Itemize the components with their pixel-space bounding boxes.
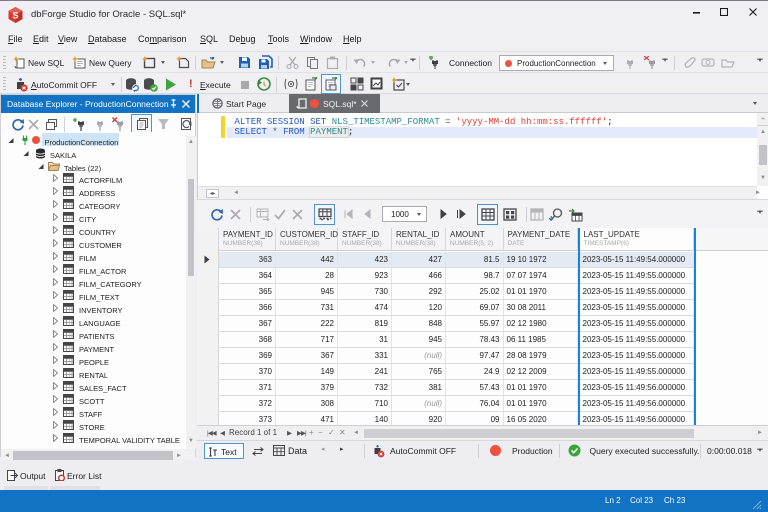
svg-text:S: S (12, 11, 18, 21)
